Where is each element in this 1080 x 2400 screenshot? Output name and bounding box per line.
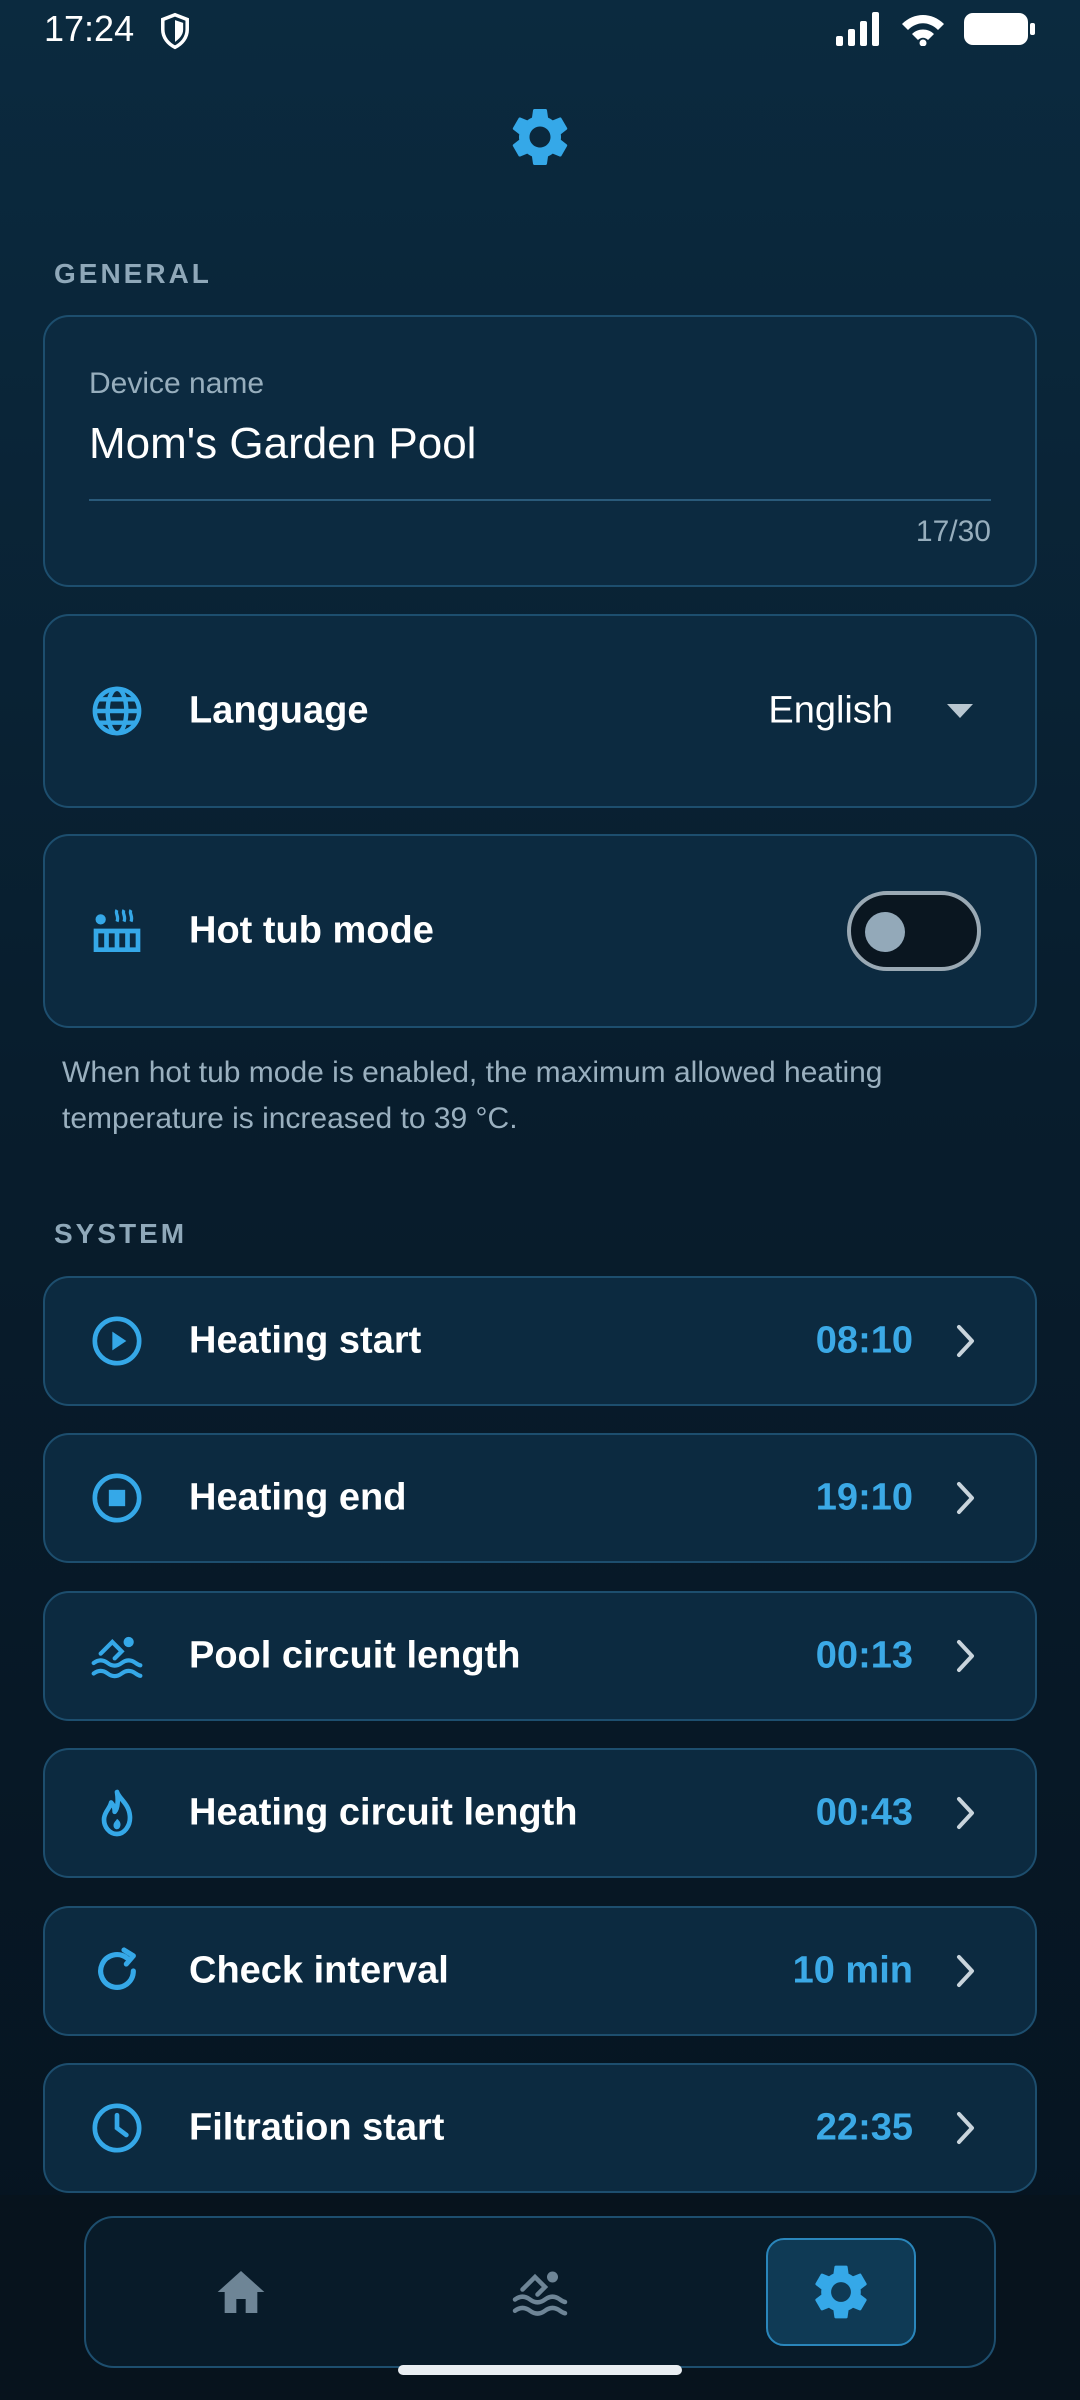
nav-home[interactable] — [166, 2238, 316, 2346]
home-icon — [217, 2271, 265, 2313]
chevron-right-icon — [957, 2112, 974, 2144]
battery-icon — [964, 13, 1035, 45]
system-item-label: Filtration start — [189, 2106, 445, 2149]
hot-tub-toggle[interactable] — [847, 891, 981, 971]
stop-circle-icon — [92, 1473, 142, 1523]
system-item-heating-circuit-length[interactable]: Heating circuit length 00:43 — [43, 1748, 1037, 1878]
system-item-label: Check interval — [189, 1949, 449, 1992]
system-item-check-interval[interactable]: Check interval 10 min — [43, 1906, 1037, 2036]
field-underline — [89, 499, 991, 501]
toggle-knob — [865, 912, 905, 952]
system-item-filtration-start[interactable]: Filtration start 22:35 — [43, 2063, 1037, 2193]
home-indicator[interactable] — [398, 2365, 682, 2375]
hot-tub-icon — [93, 909, 141, 952]
system-item-value: 00:13 — [815, 1634, 913, 1677]
section-label-general: GENERAL — [54, 258, 212, 289]
gear-icon — [815, 2265, 867, 2319]
system-item-value: 10 min — [792, 1949, 913, 1992]
system-item-value: 19:10 — [815, 1476, 913, 1519]
language-value[interactable]: English — [768, 690, 893, 733]
globe-icon — [92, 686, 142, 736]
system-item-heating-end[interactable]: Heating end 19:10 — [43, 1433, 1037, 1563]
system-item-label: Pool circuit length — [189, 1634, 521, 1677]
nav-pool[interactable] — [465, 2238, 615, 2346]
system-item-label: Heating end — [189, 1476, 407, 1519]
status-bar: 17:24 — [0, 0, 1080, 60]
pool-icon — [512, 2271, 568, 2316]
system-item-value: 22:35 — [815, 2106, 913, 2149]
system-item-pool-circuit-length[interactable]: Pool circuit length 00:13 — [43, 1591, 1037, 1721]
device-name-field[interactable]: Device name Mom's Garden Pool 17/30 — [43, 315, 1037, 587]
dropdown-caret-icon[interactable] — [945, 701, 975, 721]
system-item-value: 08:10 — [815, 1319, 913, 1362]
chevron-right-icon — [957, 1797, 974, 1829]
system-item-heating-start[interactable]: Heating start 08:10 — [43, 1276, 1037, 1406]
clock-icon — [92, 2103, 142, 2153]
char-counter: 17/30 — [915, 515, 991, 548]
swimmer-icon — [91, 1636, 143, 1679]
system-item-label: Heating circuit length — [189, 1791, 578, 1834]
device-name-value[interactable]: Mom's Garden Pool — [89, 419, 476, 469]
device-name-label: Device name — [89, 367, 265, 400]
settings-gear-icon — [512, 108, 568, 165]
hot-tub-help-text: When hot tub mode is enabled, the maximu… — [62, 1056, 883, 1135]
hot-tub-row: Hot tub mode — [43, 834, 1037, 1028]
system-item-label: Heating start — [189, 1319, 422, 1362]
play-circle-icon — [92, 1316, 142, 1366]
hot-tub-label: Hot tub mode — [189, 909, 434, 952]
chevron-right-icon — [957, 1482, 974, 1514]
nav-settings[interactable] — [766, 2238, 916, 2346]
bottom-nav — [84, 2216, 996, 2368]
section-label-system: SYSTEM — [54, 1218, 188, 1249]
refresh-icon — [98, 1947, 136, 1990]
language-row[interactable]: Language English — [43, 614, 1037, 808]
system-item-value: 00:43 — [815, 1791, 913, 1834]
signal-icon — [836, 12, 879, 46]
status-time: 17:24 — [44, 8, 135, 49]
shield-icon — [161, 12, 189, 50]
chevron-right-icon — [957, 1325, 974, 1357]
wifi-icon — [902, 15, 944, 46]
chevron-right-icon — [957, 1640, 974, 1672]
chevron-right-icon — [957, 1955, 974, 1987]
flame-icon — [101, 1789, 133, 1837]
language-label: Language — [189, 689, 369, 732]
